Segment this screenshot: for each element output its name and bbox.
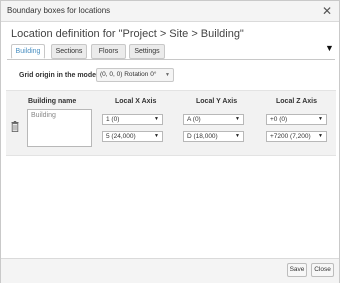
caret-down-icon: ▼ <box>235 133 240 139</box>
column-header-x: Local X Axis <box>115 98 157 105</box>
chevron-down-icon[interactable]: ▼ <box>325 43 334 53</box>
tab-divider <box>7 59 335 60</box>
tab-settings[interactable]: Settings <box>129 44 165 59</box>
column-header-name: Building name <box>28 98 77 105</box>
grid-origin-label: Grid origin in the model <box>19 72 98 79</box>
x-start-select[interactable]: 1 (0) ▼ <box>102 114 163 125</box>
z-start-select[interactable]: +0 (0) ▼ <box>266 114 327 125</box>
close-button[interactable]: Close <box>311 263 334 277</box>
caret-down-icon: ▼ <box>165 72 170 78</box>
caret-down-icon: ▼ <box>318 133 323 139</box>
z-end-value: +7200 (7,200) <box>270 133 311 140</box>
x-end-value: 5 (24,000) <box>106 133 136 140</box>
tab-floors[interactable]: Floors <box>91 44 126 59</box>
x-end-select[interactable]: 5 (24,000) ▼ <box>102 131 163 142</box>
save-button[interactable]: Save <box>287 263 307 277</box>
z-end-select[interactable]: +7200 (7,200) ▼ <box>266 131 327 142</box>
grid-origin-value: (0, 0, 0) Rotation 0° <box>100 71 157 78</box>
page-title: Location definition for "Project > Site … <box>11 28 244 40</box>
z-start-value: +0 (0) <box>270 116 288 123</box>
caret-down-icon: ▼ <box>154 116 159 122</box>
title-bar: Boundary boxes for locations ✕ <box>1 1 339 22</box>
close-icon[interactable]: ✕ <box>322 3 332 19</box>
x-start-value: 1 (0) <box>106 116 120 123</box>
tab-building[interactable]: Building <box>11 44 45 59</box>
y-start-value: A (0) <box>187 116 201 123</box>
y-start-select[interactable]: A (0) ▼ <box>183 114 244 125</box>
dialog-window: Boundary boxes for locations ✕ Location … <box>0 0 340 283</box>
caret-down-icon: ▼ <box>154 133 159 139</box>
caret-down-icon: ▼ <box>318 116 323 122</box>
y-end-select[interactable]: D (18,000) ▼ <box>183 131 244 142</box>
grid-origin-select[interactable]: (0, 0, 0) Rotation 0° ▼ <box>96 68 174 82</box>
building-name-input[interactable]: Building <box>27 109 92 147</box>
caret-down-icon: ▼ <box>235 116 240 122</box>
tab-sections[interactable]: Sections <box>51 44 87 59</box>
trash-icon[interactable] <box>11 121 19 132</box>
column-header-z: Local Z Axis <box>276 98 317 105</box>
column-header-y: Local Y Axis <box>196 98 238 105</box>
y-end-value: D (18,000) <box>187 133 218 140</box>
window-title: Boundary boxes for locations <box>7 6 111 15</box>
